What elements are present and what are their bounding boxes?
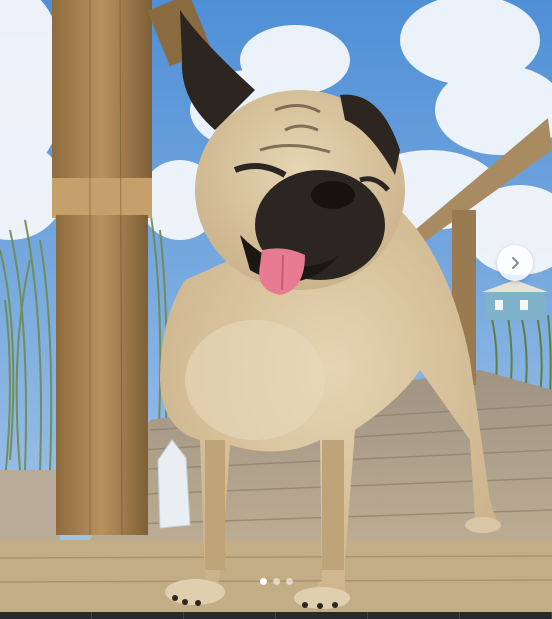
carousel-indicators: [0, 578, 552, 588]
post-media-frame: [0, 0, 552, 619]
carousel-dot-3: [285, 578, 293, 585]
post-photo: [0, 0, 552, 612]
carousel-dot-1: [259, 578, 267, 585]
carousel-dot-2: [272, 578, 280, 585]
carousel-next-button[interactable]: [497, 245, 533, 281]
bottom-thumbnail-strip: [0, 612, 552, 619]
chevron-right-icon: [512, 257, 519, 269]
